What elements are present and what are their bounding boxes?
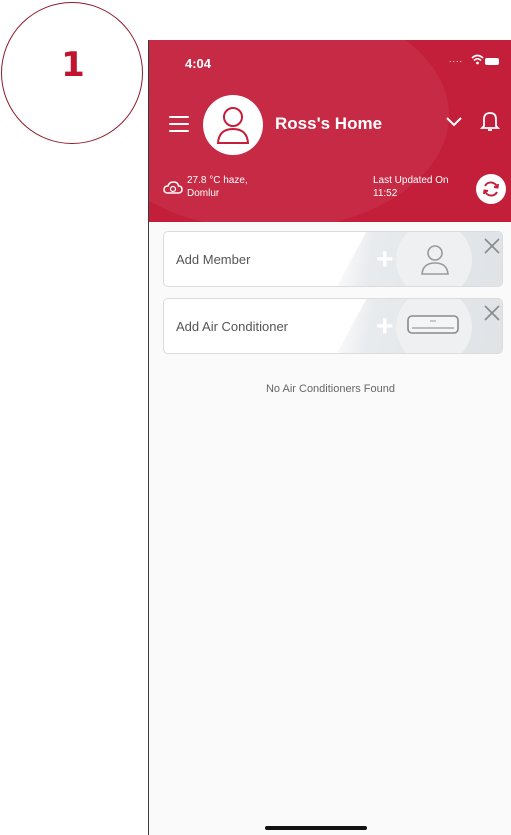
close-icon[interactable] xyxy=(482,303,502,323)
plus-icon[interactable]: + xyxy=(376,245,394,275)
last-updated-label: Last Updated On xyxy=(373,175,449,186)
status-time: 4:04 xyxy=(185,56,212,71)
signal-indicator: .... xyxy=(449,54,464,64)
home-title[interactable]: Ross's Home xyxy=(275,114,382,134)
step-number: 1 xyxy=(61,45,85,85)
add-member-card[interactable]: Add Member + xyxy=(163,231,503,287)
last-updated-time: 11:52 xyxy=(373,188,398,199)
card-label: Add Air Conditioner xyxy=(176,319,289,334)
step-badge: 1 xyxy=(1,2,143,144)
air-conditioner-icon xyxy=(407,315,459,334)
refresh-button[interactable] xyxy=(476,174,506,204)
add-air-conditioner-card[interactable]: Add Air Conditioner + xyxy=(163,298,503,354)
battery-icon xyxy=(485,58,499,65)
cloud-icon xyxy=(163,181,183,194)
menu-icon[interactable] xyxy=(169,116,189,137)
avatar[interactable] xyxy=(203,95,263,155)
refresh-icon xyxy=(483,181,499,197)
app-header: 4:04 .... Ross's Home 27.8 °C haze, Doml… xyxy=(149,40,511,222)
avatar-icon xyxy=(216,107,250,144)
last-updated-info: Last Updated On 11:52 xyxy=(373,174,449,200)
card-label: Add Member xyxy=(176,252,251,267)
bell-icon[interactable] xyxy=(480,110,500,132)
user-icon xyxy=(421,245,449,275)
chevron-down-icon[interactable] xyxy=(445,116,463,128)
weather-temperature: 27.8 °C haze, xyxy=(187,175,248,186)
phone-screen: 4:04 .... Ross's Home 27.8 °C haze, Doml… xyxy=(148,40,511,835)
plus-icon[interactable]: + xyxy=(376,312,394,342)
wifi-icon xyxy=(471,54,484,65)
home-indicator[interactable] xyxy=(265,826,367,830)
weather-location: Domlur xyxy=(187,188,220,199)
close-icon[interactable] xyxy=(482,236,502,256)
empty-state-message: No Air Conditioners Found xyxy=(265,383,395,395)
weather-info: 27.8 °C haze, Domlur xyxy=(187,174,248,200)
